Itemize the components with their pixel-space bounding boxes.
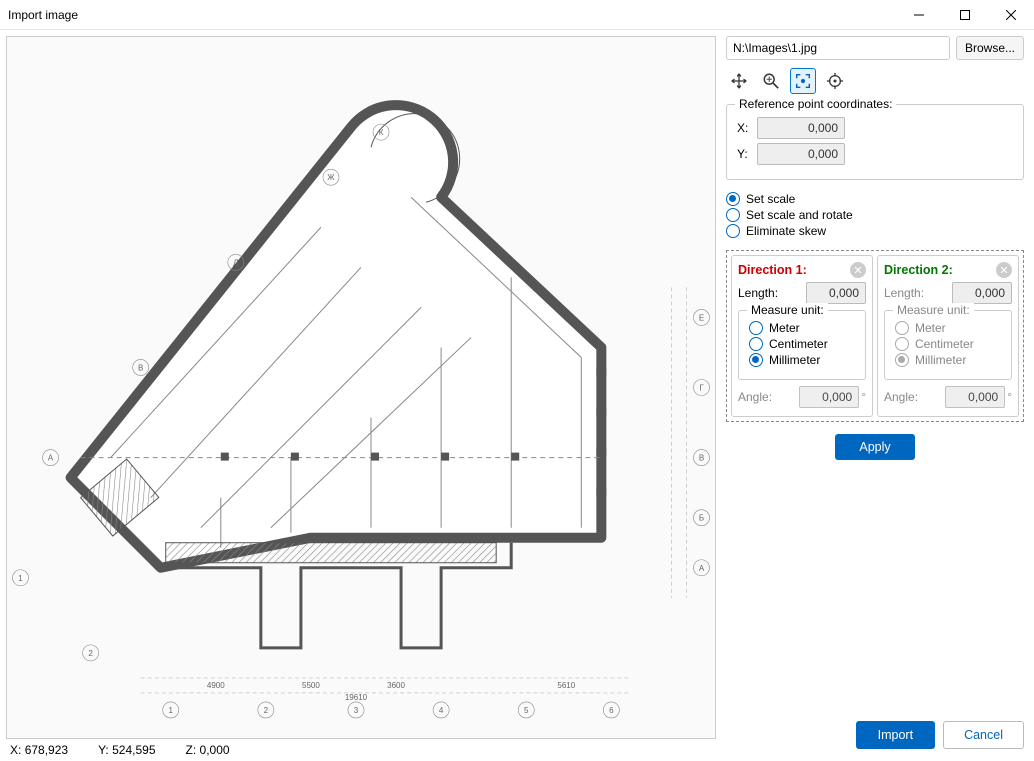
- svg-text:5500: 5500: [302, 681, 320, 690]
- svg-text:Ж: Ж: [327, 173, 335, 182]
- right-pane: N:\Images\1.jpg Browse... Reference poin…: [716, 30, 1034, 761]
- svg-text:1: 1: [169, 706, 174, 715]
- direction-2-unit-group: Measure unit: Meter Centimeter Millimete…: [884, 310, 1012, 380]
- svg-text:3600: 3600: [387, 681, 405, 690]
- pick-point-tool[interactable]: [822, 68, 848, 94]
- direction-1-length[interactable]: 0,000: [806, 282, 866, 304]
- svg-text:5610: 5610: [557, 681, 575, 690]
- direction-1-panel: Direction 1: ✕ Length: 0,000 Measure uni…: [731, 255, 873, 417]
- mode-eliminate-skew[interactable]: Eliminate skew: [726, 224, 1024, 238]
- svg-text:А: А: [699, 564, 705, 573]
- window-controls: [896, 0, 1034, 30]
- zoom-tool[interactable]: [758, 68, 784, 94]
- view-toolbar: [726, 68, 1024, 94]
- mode-set-scale[interactable]: Set scale: [726, 192, 1024, 206]
- status-z: Z: 0,000: [186, 743, 230, 757]
- svg-text:5: 5: [524, 706, 529, 715]
- ref-x-input[interactable]: 0,000: [757, 117, 845, 139]
- ref-y-label: Y:: [737, 147, 751, 161]
- d1-unit-meter[interactable]: Meter: [749, 321, 855, 335]
- browse-button[interactable]: Browse...: [956, 36, 1024, 60]
- svg-text:2: 2: [264, 706, 269, 715]
- titlebar: Import image: [0, 0, 1034, 30]
- direction-1-title: Direction 1:: [738, 263, 807, 277]
- pan-tool[interactable]: [726, 68, 752, 94]
- floorplan-preview: 1 2 3 4 5 6 4900 5500 3600 5610 19610 Е Г В Б А А: [7, 37, 715, 738]
- svg-text:3: 3: [354, 706, 359, 715]
- radio-icon: [726, 224, 740, 238]
- apply-button[interactable]: Apply: [835, 434, 914, 460]
- window-title: Import image: [8, 8, 896, 22]
- svg-text:4: 4: [439, 706, 444, 715]
- d1-unit-centimeter[interactable]: Centimeter: [749, 337, 855, 351]
- svg-text:Е: Е: [699, 313, 704, 322]
- status-x: X: 678,923: [10, 743, 68, 757]
- svg-text:Г: Г: [699, 384, 704, 393]
- svg-text:А: А: [48, 454, 54, 463]
- maximize-button[interactable]: [942, 0, 988, 30]
- status-y: Y: 524,595: [98, 743, 155, 757]
- svg-text:К: К: [379, 128, 384, 137]
- direction-1-angle: 0,000: [799, 386, 859, 408]
- fit-view-tool[interactable]: [790, 68, 816, 94]
- cancel-button[interactable]: Cancel: [943, 721, 1024, 749]
- ref-x-label: X:: [737, 121, 751, 135]
- close-button[interactable]: [988, 0, 1034, 30]
- mode-radio-group: Set scale Set scale and rotate Eliminate…: [726, 190, 1024, 240]
- d2-unit-centimeter: Centimeter: [895, 337, 1001, 351]
- direction-2-title: Direction 2:: [884, 263, 953, 277]
- svg-text:В: В: [138, 363, 143, 372]
- d2-unit-meter: Meter: [895, 321, 1001, 335]
- svg-text:1: 1: [18, 574, 23, 583]
- svg-text:2: 2: [88, 649, 93, 658]
- direction-2-length: 0,000: [952, 282, 1012, 304]
- direction-2-angle: 0,000: [945, 386, 1005, 408]
- d2-unit-millimeter: Millimeter: [895, 353, 1001, 367]
- radio-icon: [726, 192, 740, 206]
- direction-1-unit-group: Measure unit: Meter Centimeter Millimete…: [738, 310, 866, 380]
- radio-icon: [726, 208, 740, 222]
- direction-2-panel: Direction 2: ✕ Length: 0,000 Measure uni…: [877, 255, 1019, 417]
- status-bar: X: 678,923 Y: 524,595 Z: 0,000: [0, 739, 716, 761]
- svg-text:6: 6: [609, 706, 614, 715]
- ref-y-input[interactable]: 0,000: [757, 143, 845, 165]
- svg-text:19610: 19610: [345, 693, 368, 702]
- directions-container: Direction 1: ✕ Length: 0,000 Measure uni…: [726, 250, 1024, 422]
- d1-unit-millimeter[interactable]: Millimeter: [749, 353, 855, 367]
- minimize-button[interactable]: [896, 0, 942, 30]
- svg-text:Д: Д: [233, 258, 239, 267]
- direction-2-close[interactable]: ✕: [996, 262, 1012, 278]
- file-path-input[interactable]: N:\Images\1.jpg: [726, 36, 950, 60]
- mode-set-scale-rotate[interactable]: Set scale and rotate: [726, 208, 1024, 222]
- import-button[interactable]: Import: [856, 721, 935, 749]
- direction-1-close[interactable]: ✕: [850, 262, 866, 278]
- left-pane: 1 2 3 4 5 6 4900 5500 3600 5610 19610 Е Г В Б А А: [0, 30, 716, 761]
- svg-text:Б: Б: [699, 514, 704, 523]
- reference-point-group: Reference point coordinates: X: 0,000 Y:…: [726, 104, 1024, 180]
- svg-text:В: В: [699, 454, 704, 463]
- svg-text:4900: 4900: [207, 681, 225, 690]
- image-canvas[interactable]: 1 2 3 4 5 6 4900 5500 3600 5610 19610 Е Г В Б А А: [6, 36, 716, 739]
